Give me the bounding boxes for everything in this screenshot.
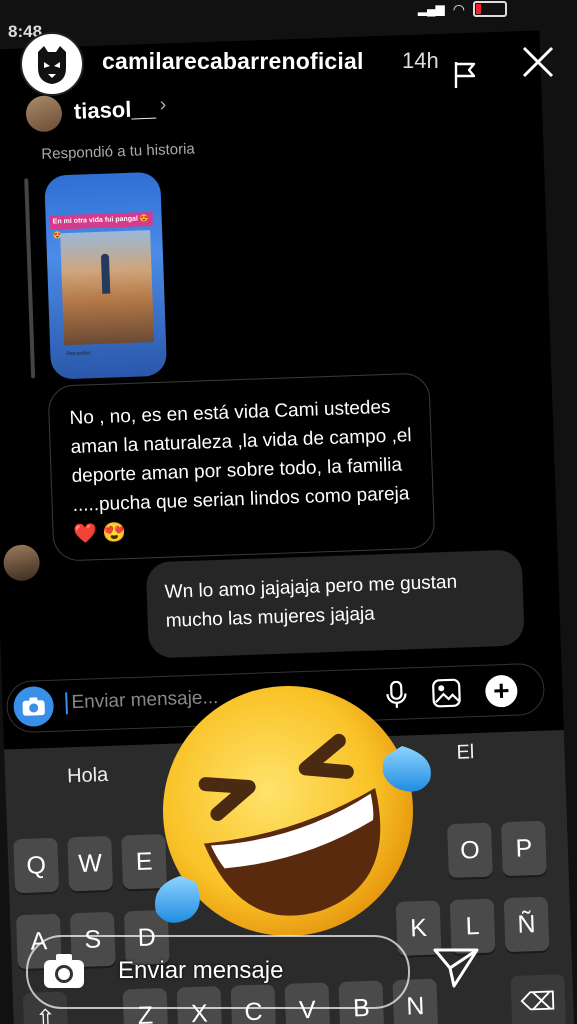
send-icon[interactable] bbox=[432, 946, 480, 990]
key-n-tilde[interactable]: Ñ bbox=[503, 896, 550, 953]
story-header: 8:48 ▂▄▆ ◠ camilarecabarrenoficial 14h bbox=[0, 0, 577, 120]
owner-avatar[interactable] bbox=[22, 34, 82, 94]
key-w[interactable]: W bbox=[67, 835, 114, 892]
person-figure bbox=[100, 253, 111, 294]
rolling-on-the-floor-laughing-emoji bbox=[155, 686, 431, 936]
suggestion-1[interactable]: Hola bbox=[67, 764, 109, 788]
story-photo bbox=[60, 230, 155, 346]
plus-icon[interactable]: + bbox=[484, 674, 518, 708]
outgoing-message: Wn lo amo jajajaja pero me gustan mucho … bbox=[145, 549, 525, 659]
key-q[interactable]: Q bbox=[13, 837, 60, 894]
key-o[interactable]: O bbox=[447, 822, 493, 879]
replied-label: Respondió a tu historia bbox=[41, 140, 196, 163]
close-icon[interactable] bbox=[520, 44, 556, 80]
backspace-icon[interactable]: ⌫ bbox=[510, 974, 567, 1024]
suggestion-3[interactable]: El bbox=[456, 741, 475, 765]
flag-icon[interactable] bbox=[452, 60, 478, 90]
story-age: 14h bbox=[402, 48, 439, 73]
story-screen: tiasol__ › Respondió a tu historia En mi… bbox=[0, 0, 577, 1024]
key-p[interactable]: P bbox=[500, 820, 547, 877]
reply-line bbox=[24, 178, 36, 379]
battery-icon bbox=[473, 1, 507, 17]
story-reply-input[interactable]: Enviar mensaje bbox=[118, 957, 283, 985]
camera-icon[interactable] bbox=[42, 951, 86, 991]
story-footer: Recuerdos bbox=[66, 350, 91, 358]
story-owner-name[interactable]: camilarecabarrenoficial bbox=[102, 48, 364, 75]
story-thumbnail: En mi otra vida fui pangal 😍😍 Recuerdos bbox=[44, 171, 168, 380]
wifi-icon: ◠ bbox=[452, 0, 465, 17]
signal-icon: ▂▄▆ bbox=[417, 2, 445, 16]
story-reply-bar[interactable]: Enviar mensaje bbox=[26, 935, 410, 1009]
sender-avatar bbox=[3, 544, 41, 582]
story-caption: En mi otra vida fui pangal 😍😍 bbox=[49, 212, 153, 239]
status-icons: ▂▄▆ ◠ bbox=[418, 0, 507, 18]
incoming-message: No , no, es en está vida Cami ustedes am… bbox=[47, 372, 436, 562]
camera-icon[interactable] bbox=[12, 685, 55, 728]
